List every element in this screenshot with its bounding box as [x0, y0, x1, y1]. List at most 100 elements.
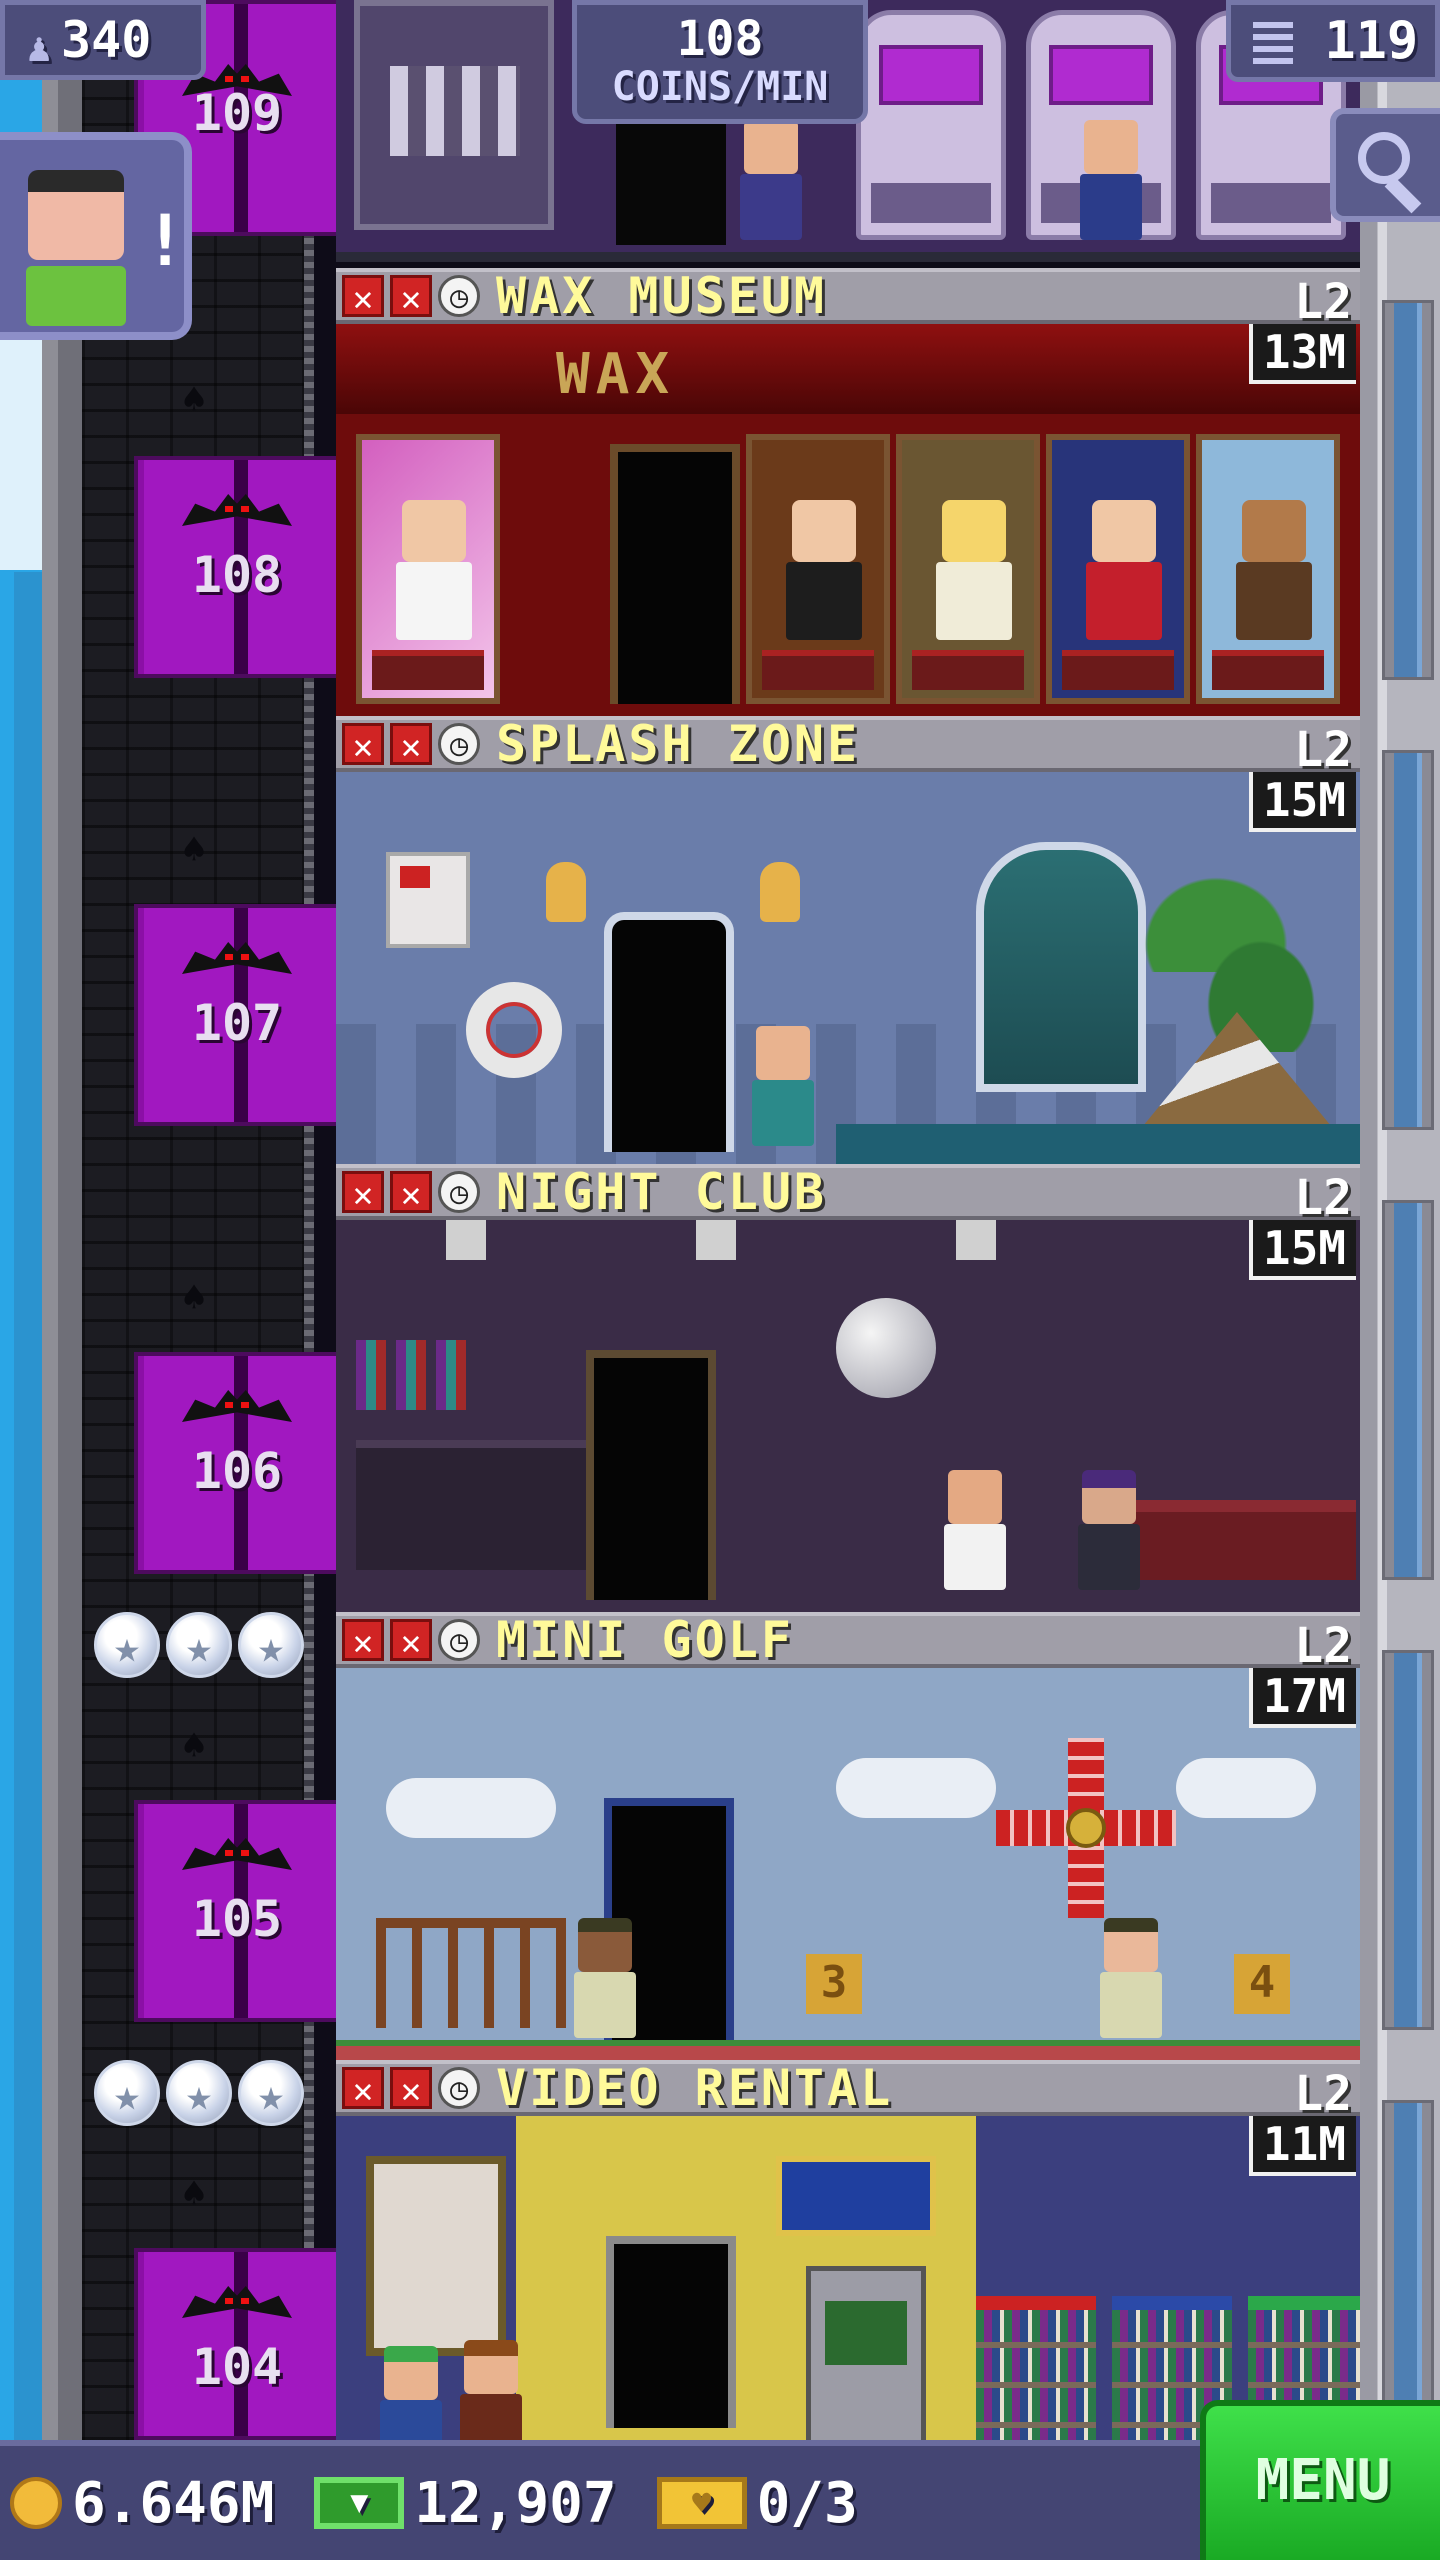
elevator-door-108[interactable]: 108: [134, 456, 340, 678]
tower-left-wall: [42, 0, 82, 2440]
x-icon: ✕: [390, 275, 432, 319]
floor-title-bar[interactable]: ✕ ✕ ◷ SPLASH ZONE L2: [336, 715, 1360, 778]
tower-window: [1382, 750, 1434, 1130]
search-button[interactable]: [1330, 108, 1440, 222]
wax-figure: [396, 500, 472, 640]
magnifier-icon: [1358, 132, 1410, 184]
floor-scene[interactable]: 3 4 17M: [336, 1668, 1360, 2060]
floor-title-bar[interactable]: ✕ ✕ ◷ MINI GOLF L2: [336, 1611, 1360, 1674]
guest-sprite[interactable]: [570, 1918, 640, 2038]
elevator-ornament-icon: ♠: [181, 2171, 207, 2217]
guest-body: [752, 1080, 814, 1146]
floor-wax-museum[interactable]: ✕ ✕ ◷ WAX MUSEUM L2 WAX 13M: [336, 267, 1360, 716]
guest-body: [460, 2394, 522, 2440]
floor-name: NIGHT CLUB: [496, 1163, 828, 1221]
guest-sprite[interactable]: [748, 1026, 818, 1146]
figure-body: [936, 562, 1012, 640]
guest-head: [1104, 1918, 1158, 1972]
guest-body: [380, 2400, 442, 2440]
figure-body: [396, 562, 472, 640]
floor-scene[interactable]: 15M: [336, 772, 1360, 1164]
elevator-floor-number: 107: [191, 994, 283, 1052]
guest-sprite[interactable]: [376, 2346, 446, 2440]
clock-icon: ◷: [438, 1619, 480, 1661]
star-icon: ★: [166, 2060, 232, 2126]
x-icon: ✕: [390, 1171, 432, 1215]
guest-body: [740, 174, 802, 240]
cloud: [0, 340, 42, 570]
elevator-floor-number: 105: [191, 1890, 283, 1948]
floor-title-bar[interactable]: ✕ ✕ ◷ NIGHT CLUB L2: [336, 1163, 1360, 1226]
slot-base: [1211, 183, 1331, 223]
guest-head: [384, 2346, 438, 2400]
floor-splash-zone[interactable]: ✕ ✕ ◷ SPLASH ZONE L2 15M: [336, 715, 1360, 1164]
elevator-ornament-icon: ♠: [181, 1723, 207, 1769]
slot-screen: [879, 45, 983, 105]
floor-scene[interactable]: 11M: [336, 2116, 1360, 2440]
elevator-floor-number: 104: [191, 2338, 283, 2396]
coins-per-minute-value: 108: [676, 11, 764, 67]
population-counter[interactable]: ♟ 340: [0, 0, 206, 80]
wax-figure-booth: [1196, 434, 1340, 704]
elevator-door-107[interactable]: 107: [134, 904, 340, 1126]
elevator-door-105[interactable]: 105: [134, 1800, 340, 2022]
mission-button[interactable]: !: [0, 132, 192, 340]
plinth: [1212, 650, 1324, 690]
floor-video-rental[interactable]: ✕ ✕ ◷ VIDEO RENTAL L2 11M: [336, 2059, 1360, 2440]
floor-scene[interactable]: WAX 13M: [336, 324, 1360, 716]
tower-window: [1382, 2100, 1434, 2440]
hole-sign: 3: [806, 1954, 862, 2014]
guest-sprite[interactable]: [1096, 1918, 1166, 2038]
bat-icon: [182, 1838, 292, 1874]
star-icon: ★: [238, 2060, 304, 2126]
background-building: [14, 572, 42, 2442]
coins-per-minute-panel: 108 COINS/MIN: [572, 0, 868, 124]
star-icon: ★: [94, 1612, 160, 1678]
floor-name: WAX MUSEUM: [496, 267, 828, 325]
guest-sprite[interactable]: [736, 120, 806, 240]
floor-night-club[interactable]: ✕ ✕ ◷ NIGHT CLUB L2 15M: [336, 1163, 1360, 1612]
wax-figure: [1086, 500, 1162, 640]
figure-body: [786, 562, 862, 640]
sky: [0, 0, 42, 2442]
guest-head: [756, 1026, 810, 1080]
elevator-door-104[interactable]: 104: [134, 2248, 340, 2440]
floor-counter[interactable]: 119: [1226, 0, 1440, 82]
guest-sprite[interactable]: [1076, 120, 1146, 240]
painted-cloud: [836, 1758, 996, 1818]
elevator-door-106[interactable]: 106: [134, 1352, 340, 1574]
bat-icon: [182, 2286, 292, 2322]
guest-sprite[interactable]: [940, 1470, 1010, 1590]
curtain: [336, 324, 1360, 414]
figure-head: [1242, 500, 1306, 562]
plinth: [762, 650, 874, 690]
x-icon: ✕: [342, 275, 384, 319]
plinth: [372, 650, 484, 690]
elevator-floor-number: 106: [191, 1442, 283, 1500]
floor-door: [610, 444, 740, 704]
building-icon: [1253, 20, 1293, 64]
menu-button[interactable]: MENU: [1200, 2400, 1440, 2560]
club-rack: [376, 1918, 566, 2028]
bat-icon: [182, 1390, 292, 1426]
floor-scene[interactable]: 15M: [336, 1220, 1360, 1612]
floor-level: L2: [1294, 722, 1352, 778]
floor-mini-golf[interactable]: ✕ ✕ ◷ MINI GOLF L2 3 4 17M: [336, 1611, 1360, 2060]
pool: [836, 1124, 1360, 1164]
windmill: [996, 1738, 1176, 1918]
windmill-hub: [1066, 1808, 1106, 1848]
guest-sprite[interactable]: [456, 2340, 526, 2440]
painted-cloud: [1176, 1758, 1316, 1818]
guest-sprite[interactable]: [1074, 1470, 1144, 1590]
floor-title-bar[interactable]: ✕ ✕ ◷ WAX MUSEUM L2: [336, 267, 1360, 330]
floor-name: MINI GOLF: [496, 1611, 794, 1669]
floor-title-bar[interactable]: ✕ ✕ ◷ VIDEO RENTAL L2: [336, 2059, 1360, 2122]
bar-counter: [356, 1440, 596, 1570]
slot-screen: [1049, 45, 1153, 105]
putting-green: [336, 2040, 1360, 2060]
floor-door: [604, 912, 734, 1152]
bat-icon: [182, 494, 292, 530]
stock-label: 13M: [1248, 324, 1356, 384]
wax-figure: [786, 500, 862, 640]
spotlight: [956, 1220, 996, 1260]
